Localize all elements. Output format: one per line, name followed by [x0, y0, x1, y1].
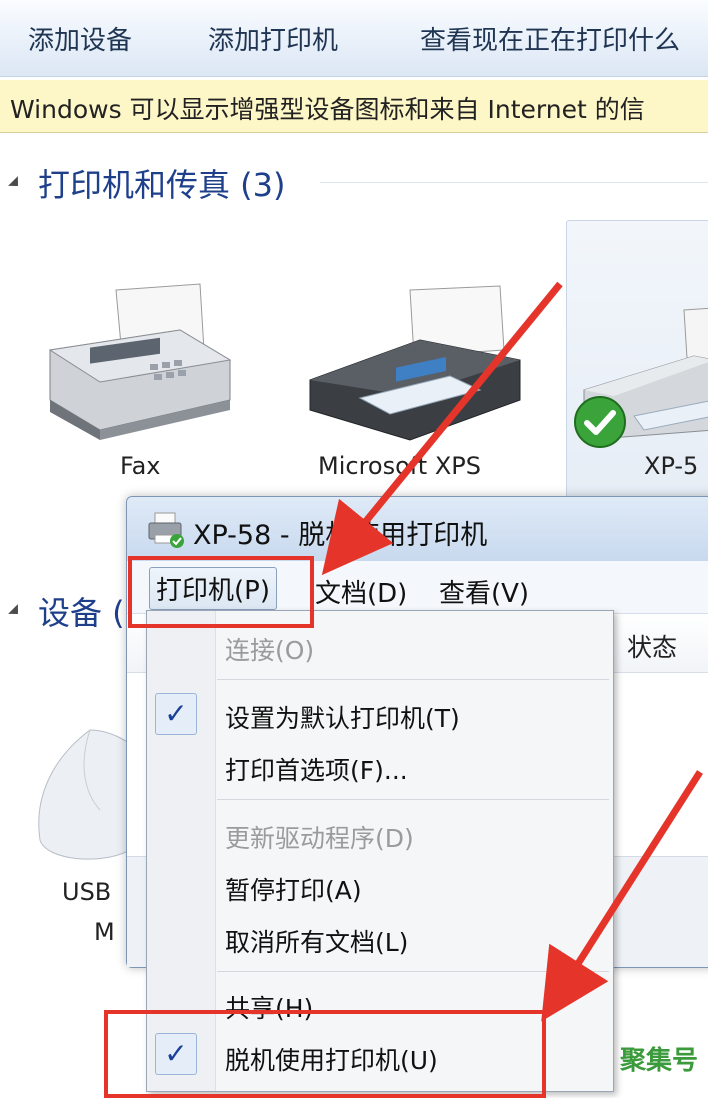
arrow-to-printer-menu [321, 281, 563, 576]
arrow-to-offline-item [541, 770, 703, 1022]
annotation-arrows [321, 281, 703, 1022]
watermark-logo: 聚集号 [620, 1046, 699, 1076]
